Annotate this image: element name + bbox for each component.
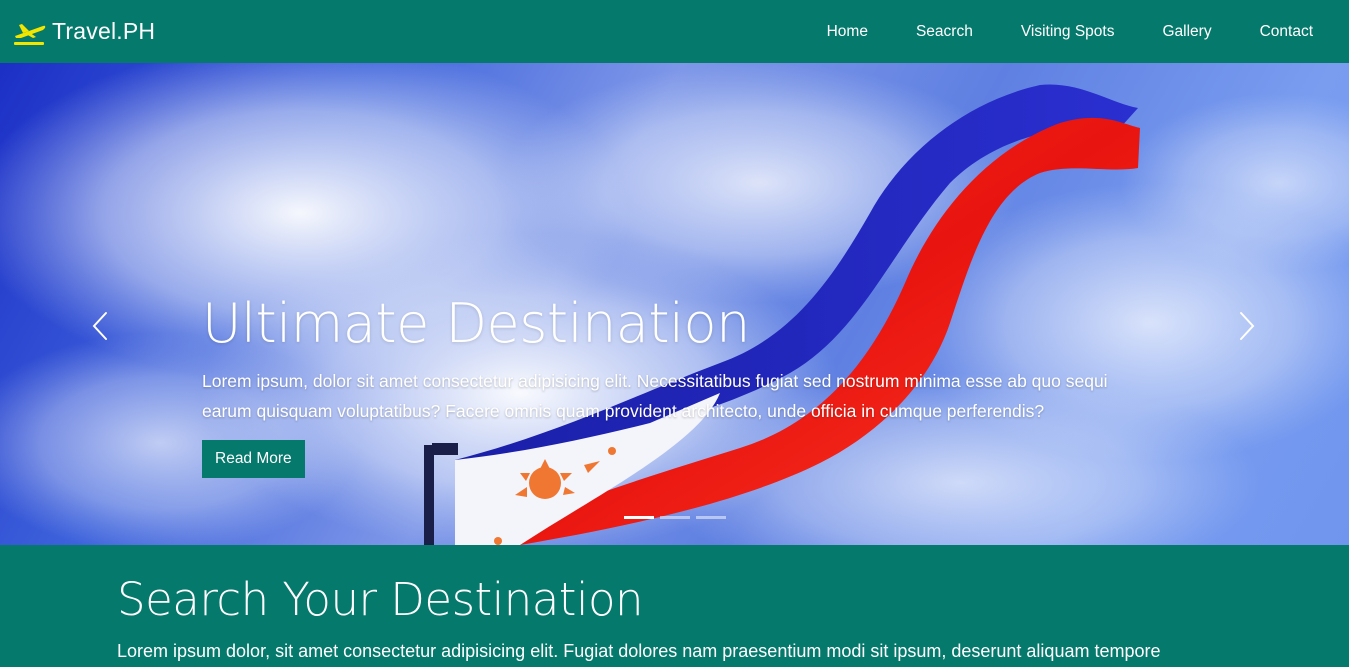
read-more-button[interactable]: Read More <box>202 440 305 478</box>
carousel-indicators <box>624 516 726 519</box>
carousel-indicator-2[interactable] <box>660 516 690 519</box>
nav-visiting-spots[interactable]: Visiting Spots <box>997 23 1139 41</box>
nav-search[interactable]: Seacrch <box>892 23 997 41</box>
carousel-indicator-1[interactable] <box>624 516 654 519</box>
navbar: Travel.PH Home Seacrch Visiting Spots Ga… <box>0 0 1349 63</box>
search-section-text: Lorem ipsum dolor, sit amet consectetur … <box>117 641 1161 661</box>
nav-contact[interactable]: Contact <box>1236 23 1337 41</box>
chevron-right-icon <box>1240 312 1255 340</box>
hero-carousel: Ultimate Destination Lorem ipsum, dolor … <box>0 63 1349 545</box>
nav-gallery[interactable]: Gallery <box>1138 23 1235 41</box>
carousel-next-button[interactable] <box>1227 301 1267 351</box>
search-section: Search Your Destination Lorem ipsum dolo… <box>0 545 1349 667</box>
carousel-caption: Ultimate Destination Lorem ipsum, dolor … <box>202 292 1142 478</box>
carousel-title: Ultimate Destination <box>202 292 750 355</box>
nav-home[interactable]: Home <box>803 23 892 41</box>
carousel-indicator-3[interactable] <box>696 516 726 519</box>
search-section-title: Search Your Destination <box>117 573 644 626</box>
carousel-text: Lorem ipsum, dolor sit amet consectetur … <box>202 371 1108 421</box>
carousel-prev-button[interactable] <box>80 301 120 351</box>
brand-name: Travel.PH <box>52 18 156 44</box>
airplane-icon <box>14 23 46 45</box>
main-nav: Home Seacrch Visiting Spots Gallery Cont… <box>803 0 1337 63</box>
brand-link[interactable]: Travel.PH <box>12 0 155 63</box>
chevron-left-icon <box>92 312 107 340</box>
